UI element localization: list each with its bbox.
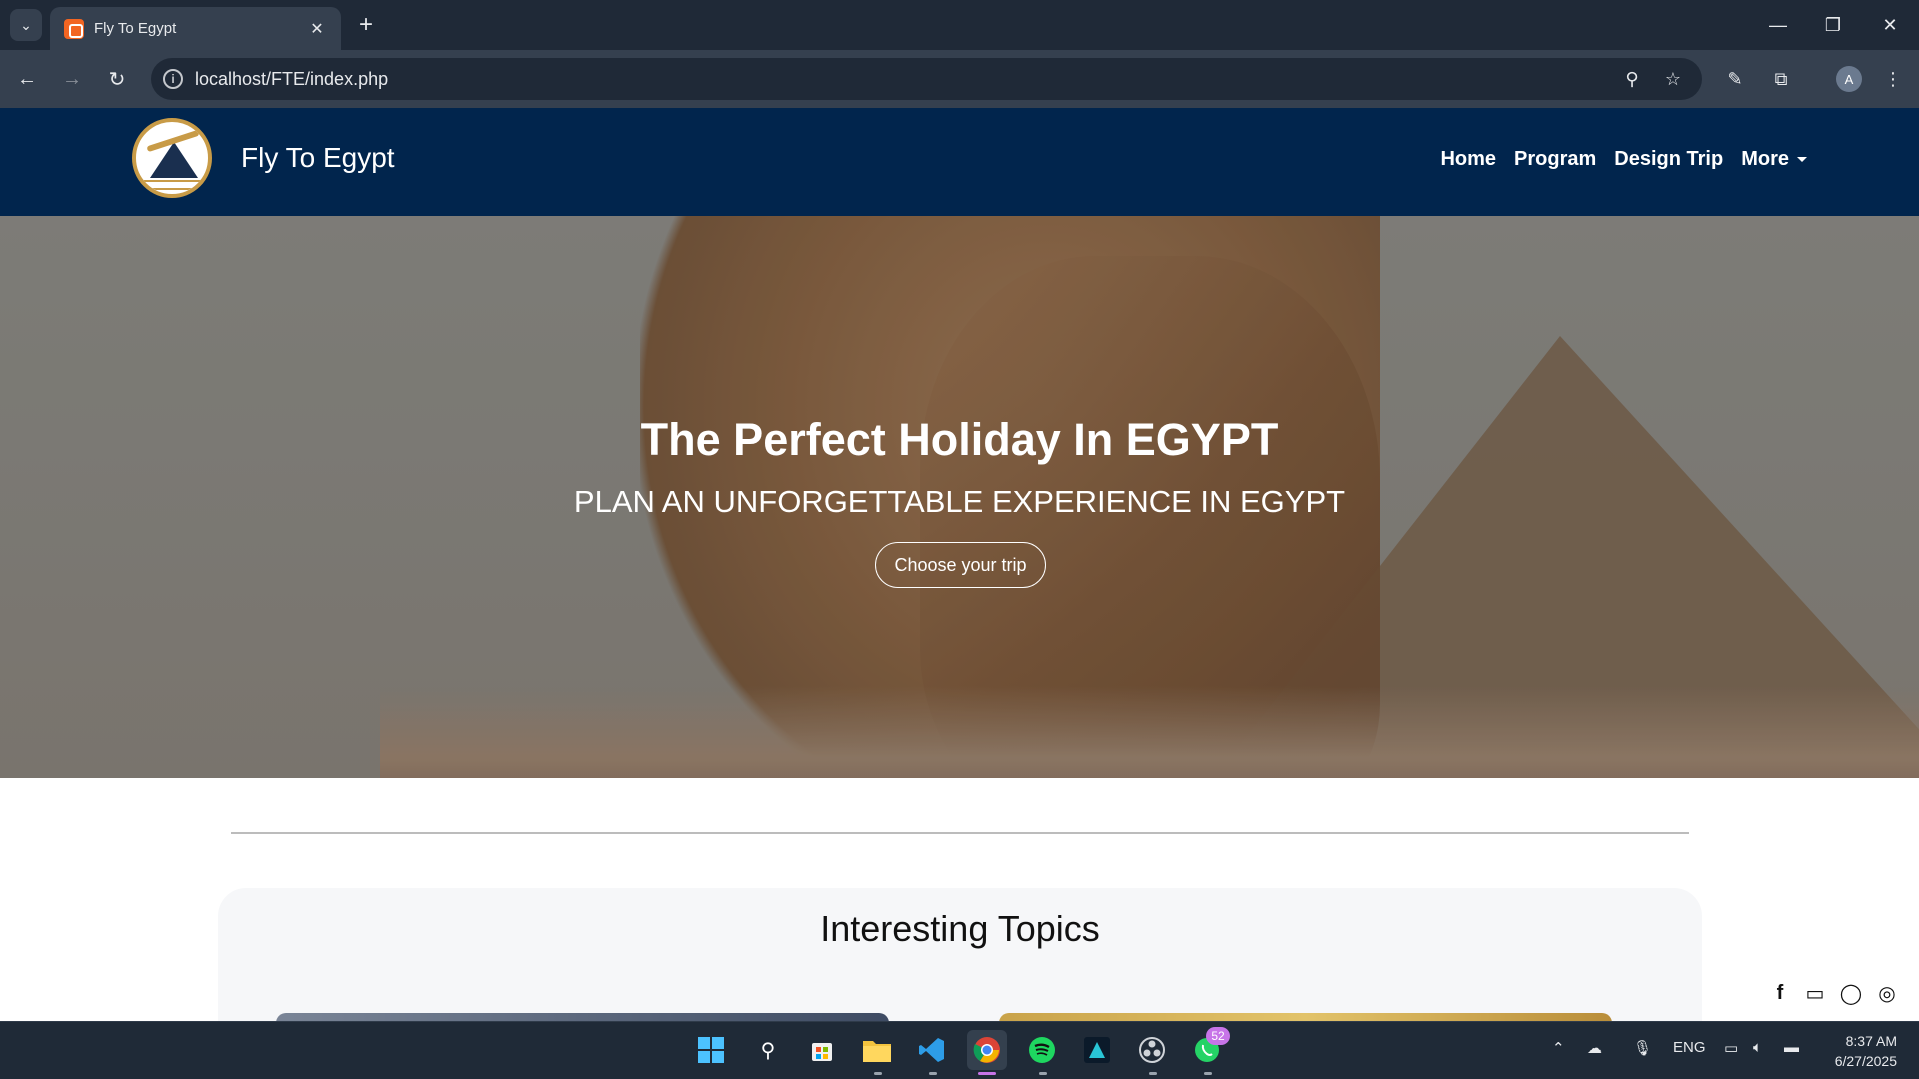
tab-search-button[interactable]: ⌄	[10, 9, 42, 41]
reload-icon[interactable]: ↻	[101, 63, 133, 95]
bookmark-star-icon[interactable]: ☆	[1660, 66, 1686, 92]
file-explorer-icon[interactable]	[857, 1030, 897, 1070]
onedrive-icon[interactable]: ☁	[1587, 1039, 1602, 1057]
battery-icon[interactable]: ▬	[1784, 1039, 1799, 1056]
search-icon[interactable]: ⚲	[748, 1030, 788, 1070]
nav-home[interactable]: Home	[1440, 148, 1496, 171]
nav-more-label: More	[1741, 148, 1789, 170]
microphone-icon[interactable]: 🎙︎	[1633, 1039, 1652, 1057]
running-indicator	[1204, 1072, 1212, 1075]
windows-taskbar: ⚲ 52 ⌃ ☁ 🎙︎ ENG ▭ 🔈︎ ▬ 8:37 AM 6/27/2025	[0, 1021, 1919, 1079]
site-header: Fly To Egypt Home Program Design Trip Mo…	[0, 108, 1919, 216]
url-text[interactable]: localhost/FTE/index.php	[195, 69, 388, 90]
inbox-icon[interactable]: ▭	[1802, 980, 1828, 1006]
site-favicon-icon	[64, 18, 84, 39]
network-icon[interactable]: ▭	[1724, 1039, 1738, 1057]
profile-avatar[interactable]: A	[1836, 66, 1862, 92]
zoom-icon[interactable]: ⚲	[1619, 66, 1645, 92]
instagram-icon[interactable]: ◎	[1874, 980, 1900, 1006]
running-indicator	[1039, 1072, 1047, 1075]
vscode-icon[interactable]	[912, 1030, 952, 1070]
clock-date: 6/27/2025	[1834, 1053, 1897, 1069]
active-indicator	[978, 1072, 996, 1075]
brand-name[interactable]: Fly To Egypt	[241, 142, 395, 174]
start-icon[interactable]	[691, 1030, 731, 1070]
browser-menu-icon[interactable]: ⋮	[1877, 63, 1909, 95]
notification-badge: 52	[1206, 1027, 1230, 1045]
running-indicator	[929, 1072, 937, 1075]
running-indicator	[874, 1072, 882, 1075]
volume-icon[interactable]: 🔈︎	[1753, 1039, 1762, 1056]
address-bar[interactable]: i localhost/FTE/index.php ⚲ ☆	[151, 58, 1702, 100]
forward-icon[interactable]: →	[56, 63, 88, 95]
browser-toolbar: ← → ↻ i localhost/FTE/index.php ⚲ ☆ ✎ ⧉ …	[0, 50, 1919, 108]
choose-trip-button[interactable]: Choose your trip	[875, 542, 1046, 588]
close-tab-icon[interactable]: ✕	[307, 19, 327, 39]
chrome-icon[interactable]	[967, 1030, 1007, 1070]
hero-banner: The Perfect Holiday In EGYPT PLAN AN UNF…	[0, 216, 1919, 778]
browser-tab-bar: ⌄ Fly To Egypt ✕ + — ❐ ✕	[0, 0, 1919, 50]
site-info-icon[interactable]: i	[163, 69, 183, 89]
clock-time: 8:37 AM	[1845, 1033, 1897, 1049]
nav-program[interactable]: Program	[1514, 148, 1596, 171]
back-icon[interactable]: ←	[11, 63, 43, 95]
restore-button[interactable]: ❐	[1813, 8, 1853, 42]
system-clock[interactable]: 8:37 AM 6/27/2025	[1835, 1031, 1897, 1071]
chevron-up-icon[interactable]: ⌃	[1552, 1039, 1565, 1057]
caret-down-icon	[1797, 157, 1807, 163]
minimize-button[interactable]: —	[1758, 8, 1798, 42]
whatsapp-icon[interactable]: ◯	[1838, 980, 1864, 1006]
nav-more-dropdown[interactable]: More	[1741, 148, 1807, 171]
spotify-icon[interactable]	[1022, 1030, 1062, 1070]
nav-design-trip[interactable]: Design Trip	[1614, 148, 1723, 171]
obs-icon[interactable]	[1132, 1030, 1172, 1070]
main-navigation: Home Program Design Trip More	[1440, 148, 1807, 171]
new-tab-button[interactable]: +	[352, 11, 380, 39]
eyedropper-icon[interactable]: ✎	[1719, 63, 1751, 95]
topics-heading: Interesting Topics	[820, 908, 1100, 949]
browser-tab[interactable]: Fly To Egypt ✕	[50, 7, 341, 50]
hero-title: The Perfect Holiday In EGYPT	[640, 414, 1279, 465]
store-icon[interactable]	[802, 1030, 842, 1070]
chevron-down-icon: ⌄	[20, 16, 32, 33]
language-indicator[interactable]: ENG	[1673, 1039, 1706, 1056]
site-logo[interactable]	[132, 118, 212, 198]
hero-subtitle: PLAN AN UNFORGETTABLE EXPERIENCE IN EGYP…	[573, 484, 1346, 519]
running-indicator	[1149, 1072, 1157, 1075]
extensions-icon[interactable]: ⧉	[1765, 63, 1797, 95]
facebook-icon[interactable]: f	[1767, 980, 1793, 1006]
tab-title: Fly To Egypt	[94, 20, 177, 37]
logo-lines-shape	[144, 180, 202, 190]
app-icon[interactable]	[1077, 1030, 1117, 1070]
section-divider	[231, 832, 1689, 834]
close-window-button[interactable]: ✕	[1870, 8, 1910, 42]
